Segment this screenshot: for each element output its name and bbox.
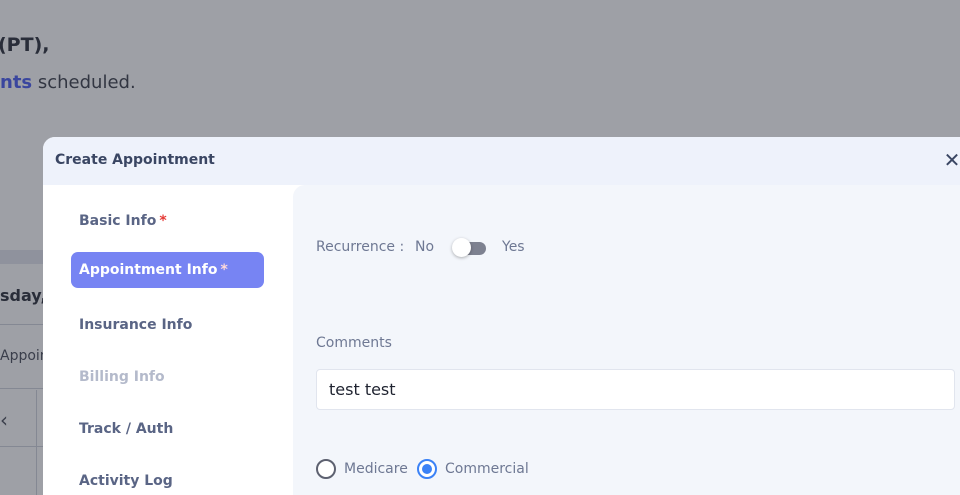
tab-label: Billing Info	[79, 369, 165, 385]
medicare-radio-label[interactable]: Medicare	[344, 461, 408, 477]
appointment-info-panel: Recurrence : No Yes Comments Medicare Co…	[293, 185, 960, 495]
commercial-radio-label[interactable]: Commercial	[445, 461, 529, 477]
recurrence-yes-label: Yes	[502, 239, 525, 255]
comments-label: Comments	[316, 335, 392, 351]
modal-header: Create Appointment ✕	[43, 137, 960, 185]
tab-track-auth[interactable]: Track / Auth	[71, 411, 264, 447]
commercial-radio[interactable]	[417, 459, 437, 479]
tab-label: Track / Auth	[79, 421, 174, 437]
tab-basic-info[interactable]: Basic Info *	[71, 203, 264, 239]
tab-label: Basic Info	[79, 213, 157, 229]
recurrence-no-label: No	[415, 239, 435, 255]
medicare-radio[interactable]	[316, 459, 336, 479]
tab-insurance-info[interactable]: Insurance Info	[71, 307, 264, 343]
tab-activity-log[interactable]: Activity Log	[71, 463, 264, 495]
tab-label: Appointment Info	[79, 262, 218, 278]
create-appointment-modal: Create Appointment ✕ Basic Info * Appoint…	[43, 137, 960, 495]
modal-sidebar: Basic Info * Appointment Info * Insurance …	[43, 185, 293, 495]
tab-label: Insurance Info	[79, 317, 193, 333]
required-marker: *	[159, 213, 167, 229]
recurrence-label: Recurrence :	[316, 239, 405, 255]
comments-input[interactable]	[316, 369, 955, 410]
tab-billing-info[interactable]: Billing Info	[71, 359, 264, 395]
tab-label: Activity Log	[79, 473, 173, 489]
toggle-knob	[452, 238, 471, 257]
required-marker: *	[220, 262, 228, 278]
tab-appointment-info[interactable]: Appointment Info *	[71, 252, 264, 288]
recurrence-toggle[interactable]	[452, 238, 488, 258]
modal-title: Create Appointment	[55, 152, 215, 168]
close-icon[interactable]: ✕	[943, 150, 960, 170]
